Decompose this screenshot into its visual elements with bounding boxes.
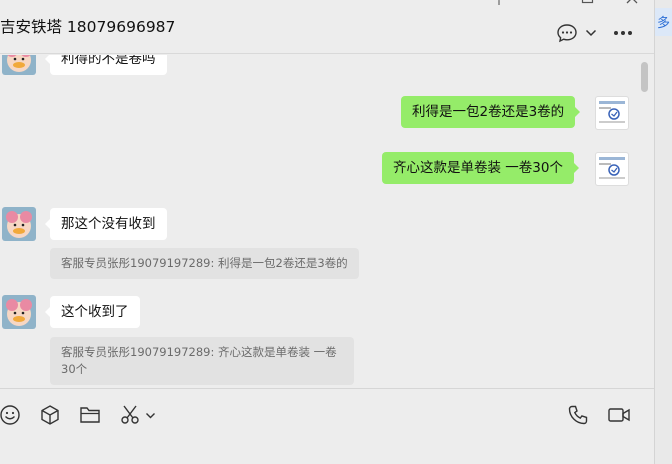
close-icon[interactable] — [625, 0, 639, 9]
message-list[interactable]: 利得的不是卷吗 利得是一包2卷还是3卷的 齐心这款是单卷装 一卷30个 那这个没… — [0, 55, 654, 388]
chat-bubble-icon[interactable] — [556, 22, 578, 44]
maximize-icon[interactable] — [581, 0, 595, 9]
scissors-icon[interactable] — [118, 403, 142, 427]
avatar[interactable] — [595, 96, 629, 130]
avatar[interactable] — [2, 55, 36, 75]
scrollbar-thumb[interactable] — [641, 62, 648, 92]
box-icon[interactable] — [38, 403, 62, 427]
message-bubble-incoming[interactable]: 利得的不是卷吗 — [45, 55, 167, 75]
chat-title: 吉安铁塔 18079696987 — [0, 18, 176, 36]
message-bubble-outgoing[interactable]: 利得是一包2卷还是3卷的 — [401, 96, 581, 128]
avatar[interactable] — [2, 295, 36, 329]
chevron-down-icon[interactable] — [143, 403, 157, 427]
phone-icon[interactable] — [566, 403, 590, 427]
quoted-message[interactable]: 客服专员张彤19079197289: 利得是一包2卷还是3卷的 — [50, 248, 359, 279]
message-bubble-outgoing[interactable]: 齐心这款是单卷装 一卷30个 — [382, 152, 579, 184]
chat-header: 吉安铁塔 18079696987 — [0, 0, 654, 54]
quoted-message-line: 30个 — [61, 362, 88, 376]
quoted-message[interactable]: 客服专员张彤19079197289: 齐心这款是单卷装 一卷 30个 — [50, 337, 354, 385]
video-icon[interactable] — [606, 403, 632, 427]
adjacent-window-edge — [654, 0, 672, 464]
adjacent-window-tab[interactable]: 多 6 — [655, 8, 672, 36]
message-bubble-incoming[interactable]: 这个收到了 — [45, 296, 140, 328]
chevron-down-icon[interactable] — [584, 22, 598, 44]
emoji-icon[interactable] — [0, 403, 22, 427]
minimize-icon[interactable] — [537, 0, 551, 9]
avatar[interactable] — [595, 152, 629, 186]
message-bubble-incoming[interactable]: 那这个没有收到 — [45, 208, 167, 240]
avatar[interactable] — [2, 207, 36, 241]
folder-icon[interactable] — [78, 403, 102, 427]
input-toolbar — [0, 388, 654, 464]
quoted-message-line: 客服专员张彤19079197289: 齐心这款是单卷装 一卷 — [61, 345, 337, 359]
pin-icon[interactable] — [493, 0, 505, 11]
more-icon[interactable] — [612, 22, 634, 44]
